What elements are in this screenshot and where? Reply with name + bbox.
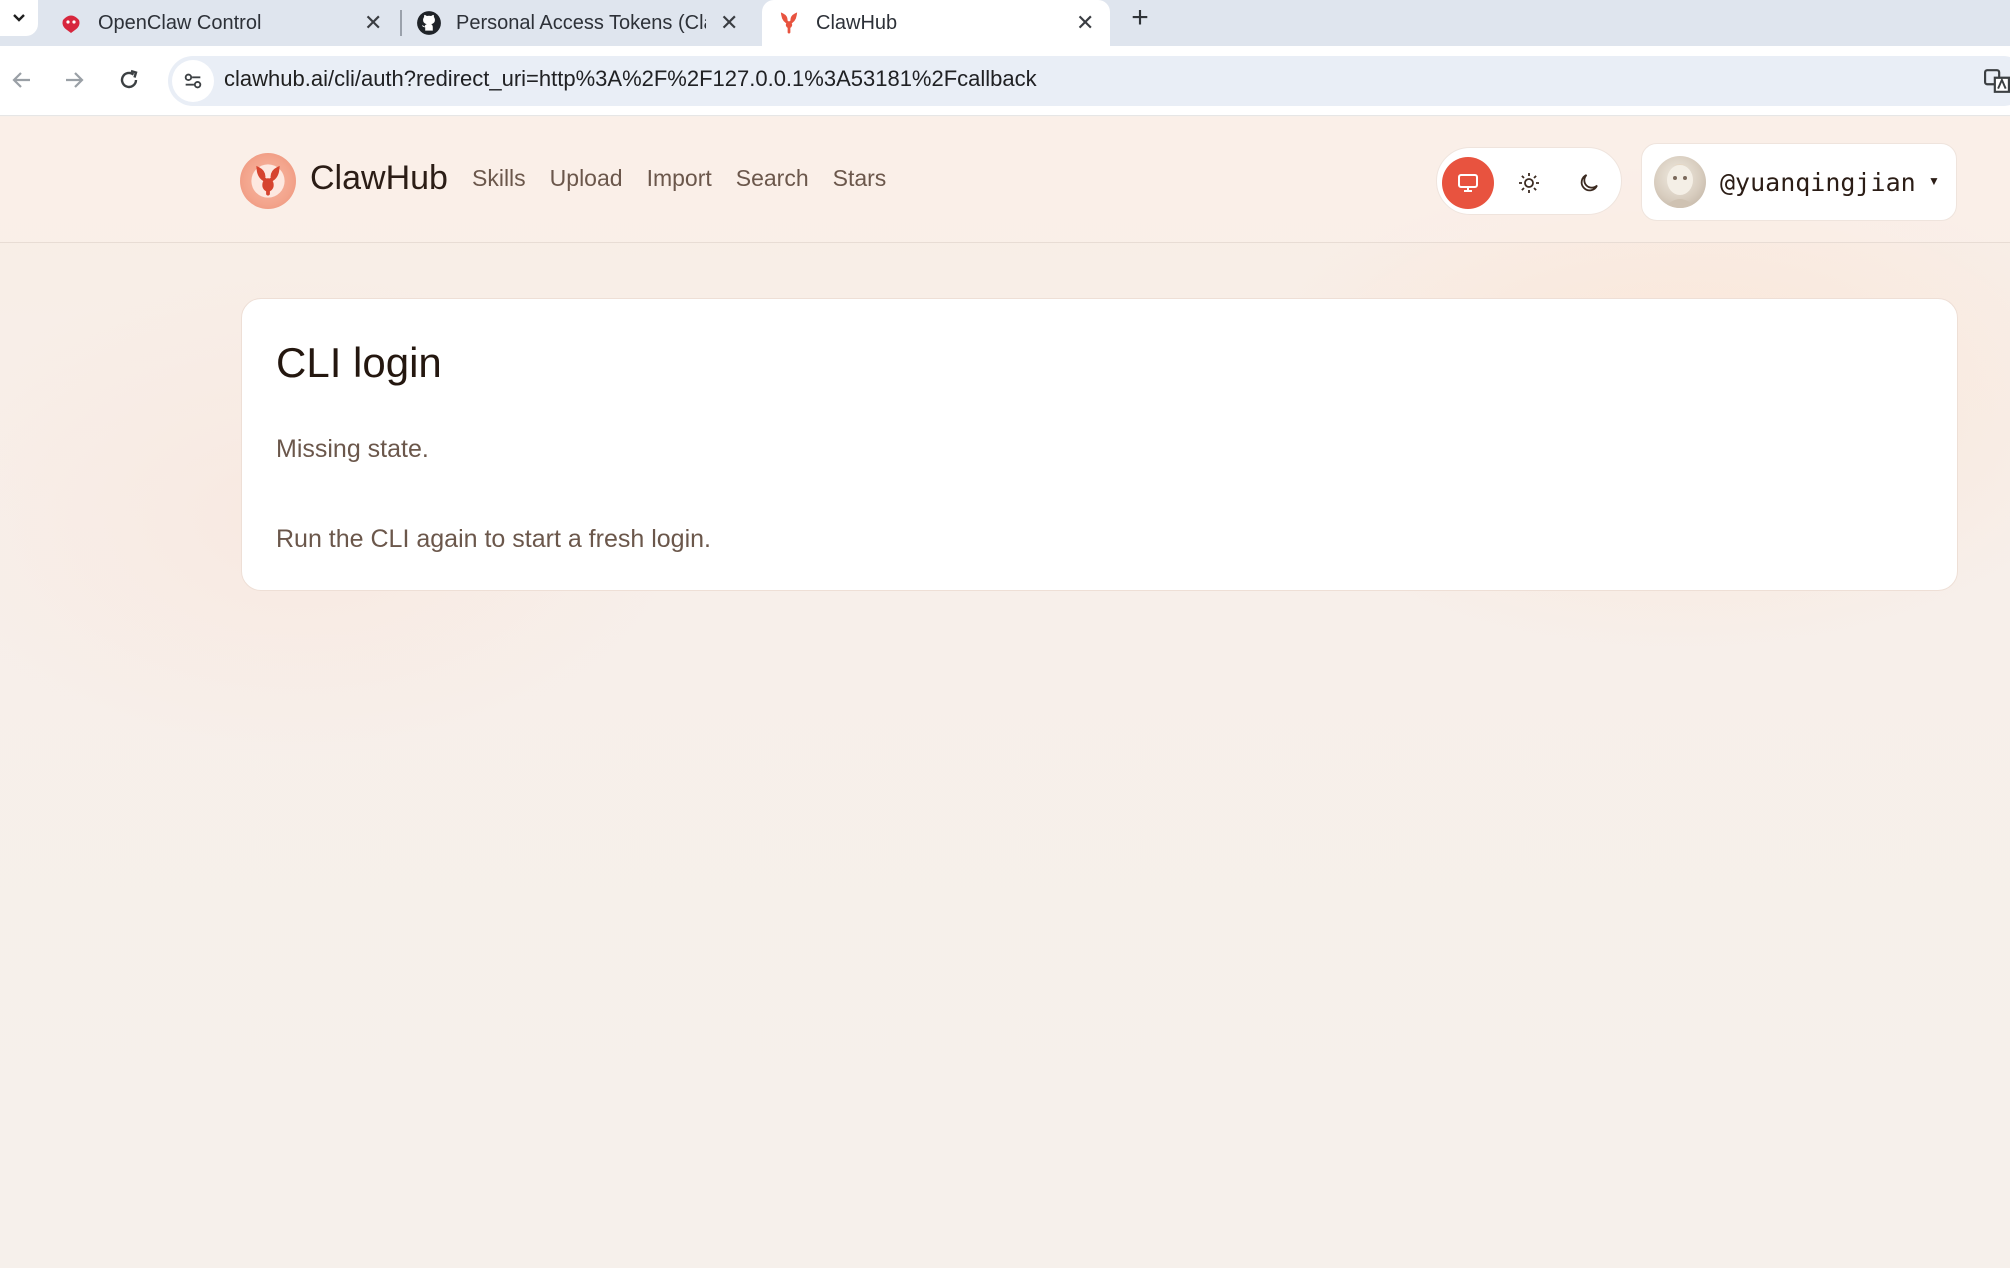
tab-clawhub[interactable]: ClawHub ✕ xyxy=(762,0,1110,46)
back-button[interactable] xyxy=(6,64,38,96)
error-message: Missing state. xyxy=(276,435,429,463)
tab-openclaw-control[interactable]: OpenClaw Control ✕ xyxy=(58,0,394,46)
nav-search[interactable]: Search xyxy=(736,165,809,192)
username: @yuanqingjian xyxy=(1720,168,1916,197)
sun-icon xyxy=(1519,173,1539,193)
theme-system-button[interactable] xyxy=(1442,157,1494,209)
close-tab-icon[interactable]: ✕ xyxy=(720,10,738,36)
url-host: clawhub.ai xyxy=(224,66,328,91)
avatar xyxy=(1654,156,1706,208)
close-tab-icon[interactable]: ✕ xyxy=(1076,10,1094,36)
url-path: /cli/auth?redirect_uri=http%3A%2F%2F127.… xyxy=(327,66,1037,91)
new-tab-button[interactable]: + xyxy=(1125,0,1155,36)
tune-icon xyxy=(184,73,202,89)
url-text[interactable]: clawhub.ai/cli/auth?redirect_uri=http%3A… xyxy=(224,66,1037,92)
user-menu-button[interactable]: @yuanqingjian ▼ xyxy=(1641,143,1957,221)
theme-dark-button[interactable] xyxy=(1563,157,1615,209)
translate-icon[interactable] xyxy=(1984,68,2010,99)
nav-import[interactable]: Import xyxy=(647,165,712,192)
tab-strip: OpenClaw Control ✕ Personal Access Token… xyxy=(0,0,2010,46)
tab-title: OpenClaw Control xyxy=(98,11,262,34)
nav-skills[interactable]: Skills xyxy=(472,165,526,192)
hint-message: Run the CLI again to start a fresh login… xyxy=(276,525,711,553)
cli-login-card: CLI login Missing state. Run the CLI aga… xyxy=(241,298,1958,591)
plus-icon: + xyxy=(1131,1,1149,34)
site-header: ClawHub Skills Upload Import Search Star… xyxy=(0,117,2010,243)
tab-personal-access-tokens[interactable]: Personal Access Tokens (Clas ✕ xyxy=(416,0,756,46)
tab-title: ClawHub xyxy=(816,11,898,34)
theme-switcher xyxy=(1436,147,1622,215)
chevron-down-icon xyxy=(13,14,25,22)
arrow-left-icon xyxy=(12,72,30,88)
arrow-right-icon xyxy=(66,72,84,88)
tab-search-button[interactable] xyxy=(0,0,38,36)
openclaw-logo-icon xyxy=(58,10,84,36)
reload-icon xyxy=(120,69,138,89)
caret-down-icon: ▼ xyxy=(1928,174,1940,188)
page: ClawHub Skills Upload Import Search Star… xyxy=(0,117,2010,1268)
close-tab-icon[interactable]: ✕ xyxy=(364,10,382,36)
tab-title: Personal Access Tokens (Clas xyxy=(456,11,706,34)
brand-name[interactable]: ClawHub xyxy=(310,159,448,198)
forward-button[interactable] xyxy=(58,64,90,96)
main-nav: Skills Upload Import Search Stars xyxy=(472,165,886,192)
lobster-icon xyxy=(251,164,285,198)
tab-separator xyxy=(400,10,402,36)
github-icon xyxy=(416,10,442,36)
clawhub-logo[interactable] xyxy=(240,153,296,209)
theme-light-button[interactable] xyxy=(1503,157,1555,209)
reload-button[interactable] xyxy=(113,64,145,96)
nav-upload[interactable]: Upload xyxy=(550,165,623,192)
page-title: CLI login xyxy=(276,339,442,386)
monitor-icon xyxy=(1458,174,1478,192)
nav-stars[interactable]: Stars xyxy=(833,165,887,192)
site-info-button[interactable] xyxy=(172,60,214,102)
clawhub-logo-icon xyxy=(776,10,802,36)
moon-icon xyxy=(1580,174,1598,192)
